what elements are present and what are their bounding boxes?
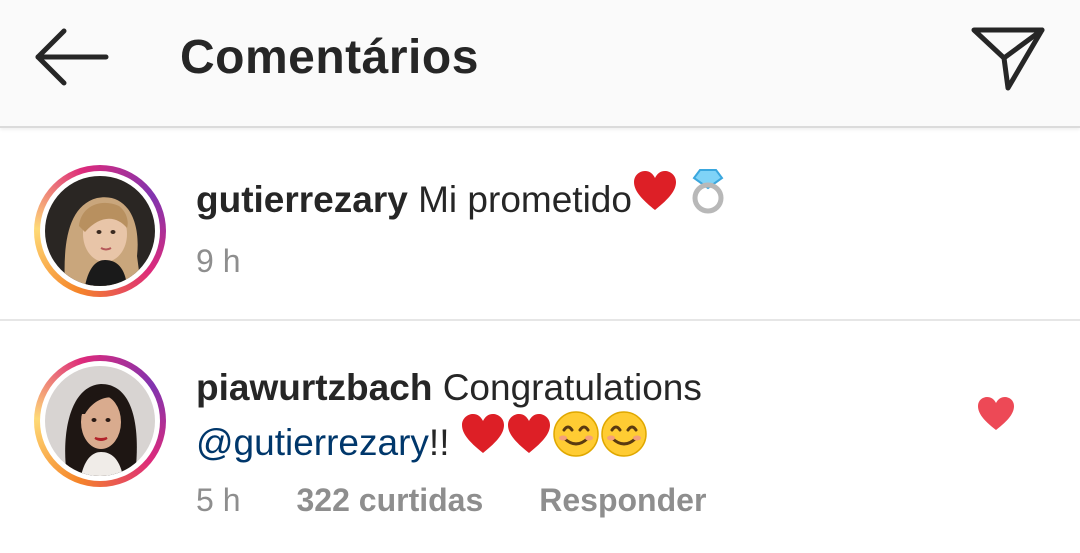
comment-username[interactable]: gutierrezary	[196, 179, 408, 220]
profile-photo	[45, 366, 155, 476]
comment-username[interactable]: piawurtzbach	[196, 367, 432, 408]
avatar[interactable]	[34, 355, 166, 487]
back-arrow-icon[interactable]	[30, 22, 114, 92]
avatar[interactable]	[34, 165, 166, 297]
red-heart-icon	[632, 170, 678, 226]
comment-time: 5 h	[196, 482, 241, 518]
comment-time: 9 h	[196, 243, 241, 279]
smiling-face-icon	[600, 410, 648, 472]
like-heart-icon[interactable]	[976, 396, 1016, 432]
mention-link[interactable]: @gutierrezary	[196, 422, 429, 463]
comment-body: Mi prometido	[418, 178, 632, 220]
comment-body-suffix: !!	[428, 421, 450, 463]
profile-photo	[45, 176, 155, 286]
comment-body: Congratulations	[442, 367, 702, 408]
red-heart-icon	[506, 413, 552, 469]
direct-send-icon[interactable]	[966, 20, 1050, 96]
ring-icon	[688, 168, 728, 228]
smiling-face-icon	[552, 410, 600, 472]
divider	[0, 319, 1080, 321]
reply-button[interactable]: Responder	[539, 482, 706, 518]
page-title: Comentários	[180, 31, 479, 84]
likes-count[interactable]: 322 curtidas	[296, 482, 483, 518]
red-heart-icon	[460, 413, 506, 469]
header-bar: Comentários	[0, 0, 1080, 128]
